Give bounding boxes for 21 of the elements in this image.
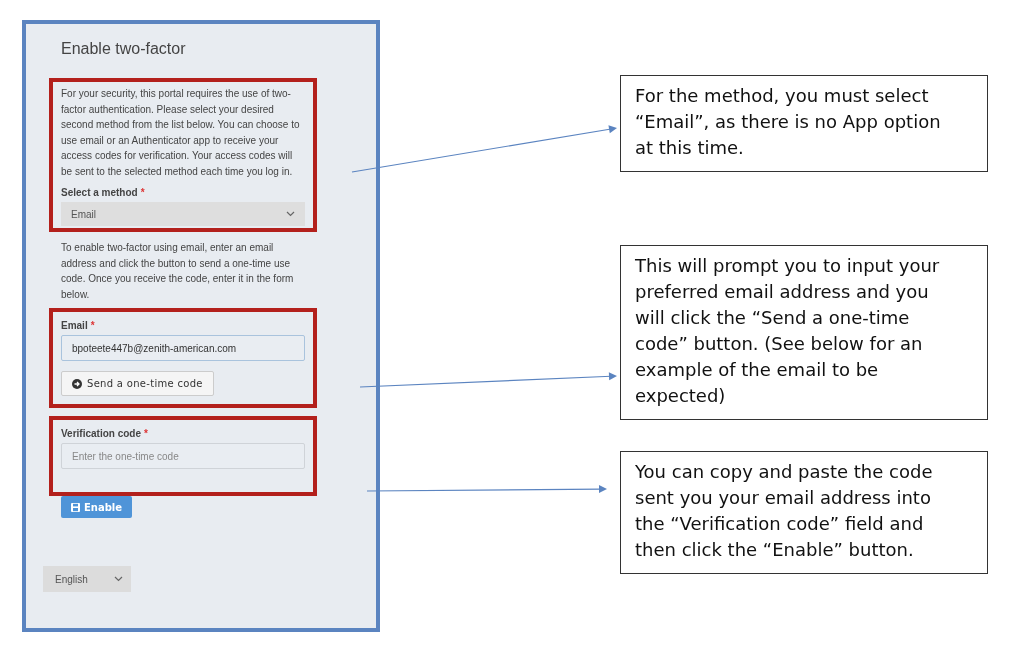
field-label: Email [61,320,88,331]
required-mark: * [140,187,145,198]
language-select[interactable]: English [43,566,131,592]
field-label: Verification code [61,428,142,439]
field-label: Select a method [61,187,138,198]
chevron-icon [114,576,123,582]
help-text: To enable two-factor using email, enter an email address and click the button to send a one-time use code. Once you receive the code, enter it in the form below. [60,241,295,302]
callout-note: For the method, you must select “Email”, as there is no App option at this time. [620,75,988,172]
verification-code-field[interactable]: Enter the one-time code [61,443,305,469]
enable-button[interactable]: Enable [61,496,133,518]
page-title: Enable two-factor [60,40,187,58]
email-field[interactable]: bpoteete447b@zenith-american.com [61,335,305,361]
required-mark: * [144,428,148,439]
method-select[interactable]: Email [61,202,305,226]
intro-text: For your security, this portal requires the use of two-factor authentication. Please select your desired second method from the list below. You can choose to use email or an Authenticator app to receive your access codes for verification. Your access codes will be sent to the selected method each time you log in. [61,87,301,179]
callout-note: You can copy and paste the code sent you your email address into the “Verification code” field and then click the “Enable” button. [620,451,988,574]
arrow-circle-icon [72,378,82,389]
callout-note: This will prompt you to input your preferred email address and you will click the “Send a one-time code” button. (See below for an example of the email to be expected) [620,245,988,420]
required-mark: * [90,320,95,331]
send-code-button[interactable]: Send a one-time code [61,371,214,396]
chevron-icon [286,211,295,217]
